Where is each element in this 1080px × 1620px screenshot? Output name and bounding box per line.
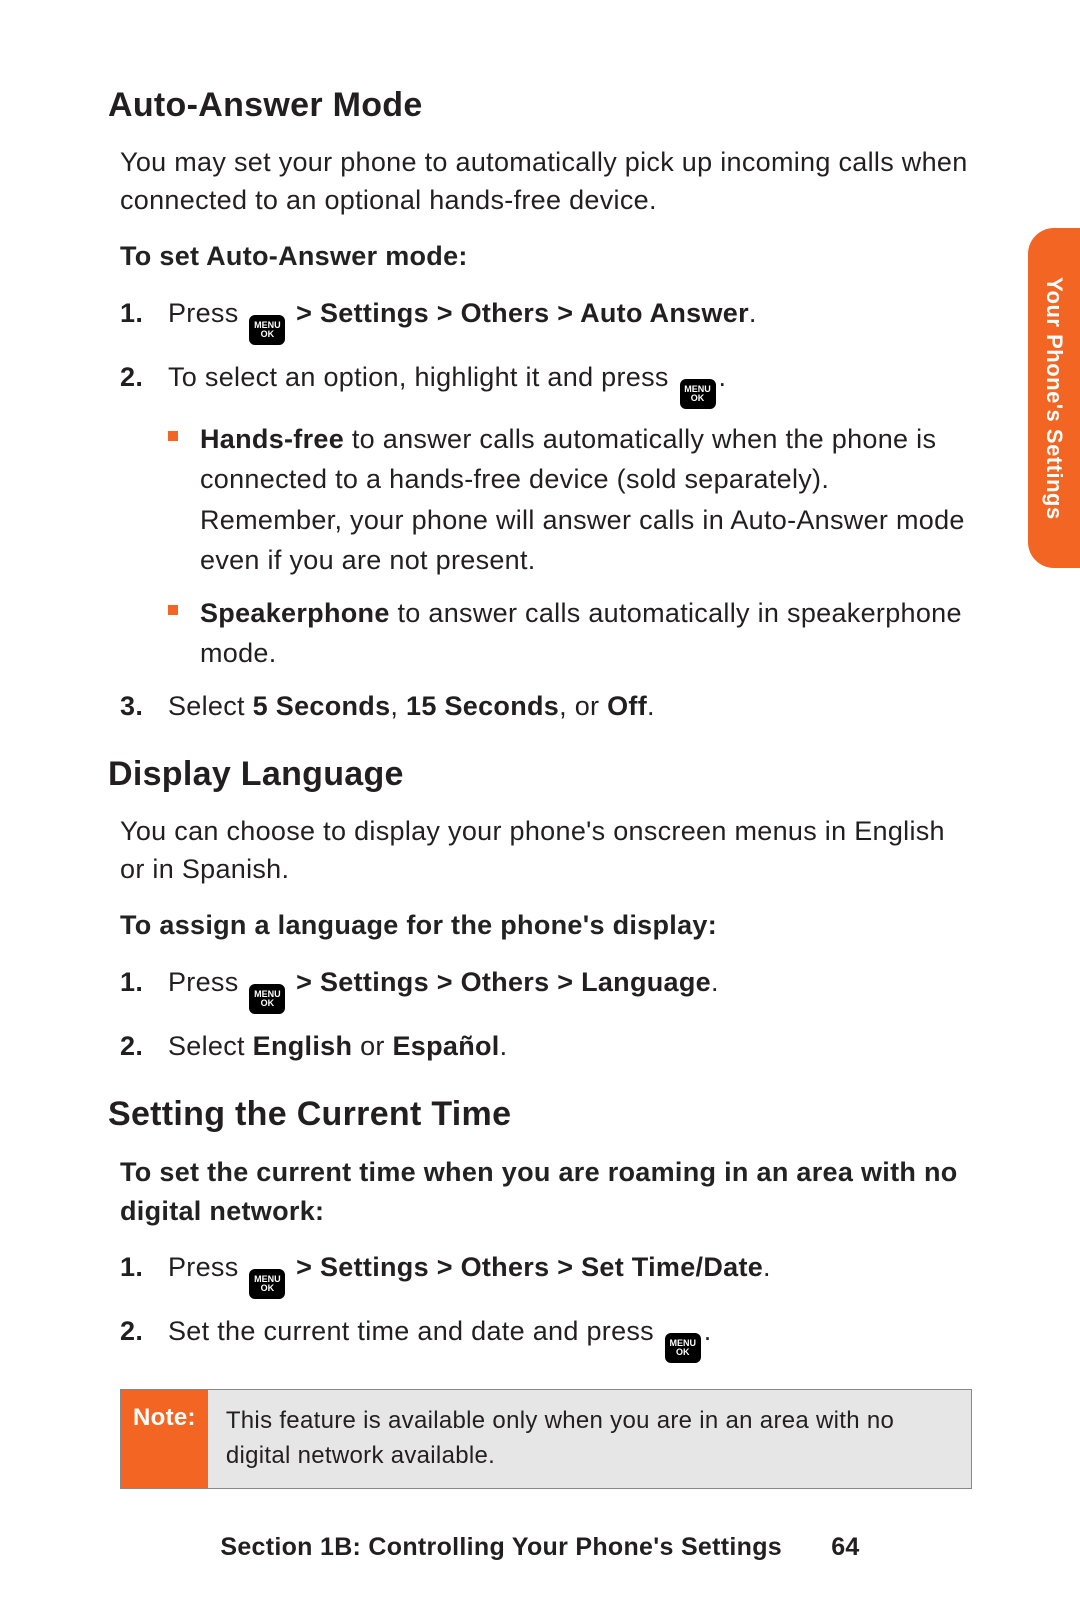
option-hands-free: Hands-free to answer calls automatically… — [168, 419, 972, 581]
option: 15 Seconds — [406, 691, 559, 721]
text: To select an option, highlight it and pr… — [168, 362, 677, 392]
steps-set-time: 1. Press MENUOK > Settings > Others > Se… — [120, 1247, 972, 1363]
text: . — [647, 691, 655, 721]
subhead-set-time: To set the current time when you are roa… — [120, 1153, 972, 1231]
text: . — [719, 362, 727, 392]
menu-ok-key-icon: MENUOK — [249, 1269, 285, 1299]
manual-page: Your Phone's Settings Auto-Answer Mode Y… — [0, 0, 1080, 1620]
intro-auto-answer: You may set your phone to automatically … — [120, 144, 972, 220]
steps-display-language: 1. Press MENUOK > Settings > Others > La… — [120, 962, 972, 1067]
text: . — [500, 1031, 508, 1061]
step-3: 3. Select 5 Seconds, 15 Seconds, or Off. — [120, 686, 972, 727]
option: Español — [392, 1031, 499, 1061]
options-list: Hands-free to answer calls automatically… — [168, 419, 972, 674]
side-tab-label: Your Phone's Settings — [1041, 277, 1067, 520]
menu-ok-key-icon: MENUOK — [680, 379, 716, 409]
page-number: 64 — [831, 1533, 859, 1561]
steps-auto-answer: 1. Press MENUOK > Settings > Others > Au… — [120, 293, 972, 727]
bullet-icon — [168, 431, 178, 441]
text: or — [352, 1031, 392, 1061]
subhead-display-language: To assign a language for the phone's dis… — [120, 906, 972, 945]
note-box: Note: This feature is available only whe… — [120, 1389, 972, 1489]
footer-section: Section 1B: Controlling Your Phone's Set… — [220, 1533, 782, 1561]
text: Set the current time and date and press — [168, 1316, 662, 1346]
option: 5 Seconds — [253, 691, 391, 721]
subhead-auto-answer: To set Auto-Answer mode: — [120, 237, 972, 276]
text: Select — [168, 691, 253, 721]
step-2: 2. To select an option, highlight it and… — [120, 357, 972, 674]
heading-auto-answer: Auto-Answer Mode — [108, 85, 972, 126]
text: Press — [168, 1252, 246, 1282]
side-tab: Your Phone's Settings — [1028, 228, 1080, 568]
step-1: 1. Press MENUOK > Settings > Others > Au… — [120, 293, 972, 345]
note-label: Note: — [121, 1390, 208, 1488]
menu-ok-key-icon: MENUOK — [249, 984, 285, 1014]
option-speakerphone: Speakerphone to answer calls automatical… — [168, 593, 972, 674]
nav-path: > Settings > Others > Set Time/Date — [288, 1252, 763, 1282]
text: Select — [168, 1031, 253, 1061]
option: Off — [607, 691, 647, 721]
step-2: 2. Set the current time and date and pre… — [120, 1311, 972, 1363]
text: . — [704, 1316, 712, 1346]
menu-ok-key-icon: MENUOK — [249, 315, 285, 345]
heading-display-language: Display Language — [108, 754, 972, 795]
text: Press — [168, 298, 246, 328]
text: , or — [559, 691, 607, 721]
text: . — [749, 298, 757, 328]
page-footer: Section 1B: Controlling Your Phone's Set… — [0, 1533, 1080, 1562]
menu-ok-key-icon: MENUOK — [665, 1333, 701, 1363]
bullet-icon — [168, 605, 178, 615]
text: . — [711, 967, 719, 997]
option: English — [253, 1031, 353, 1061]
text: . — [763, 1252, 771, 1282]
step-1: 1. Press MENUOK > Settings > Others > Se… — [120, 1247, 972, 1299]
option-name: Hands-free — [200, 424, 344, 454]
text: Press — [168, 967, 246, 997]
step-2: 2. Select English or Español. — [120, 1026, 972, 1067]
note-body: This feature is available only when you … — [208, 1390, 971, 1488]
step-1: 1. Press MENUOK > Settings > Others > La… — [120, 962, 972, 1014]
nav-path: > Settings > Others > Language — [288, 967, 711, 997]
nav-path: > Settings > Others > Auto Answer — [288, 298, 749, 328]
option-name: Speakerphone — [200, 598, 390, 628]
intro-display-language: You can choose to display your phone's o… — [120, 813, 972, 889]
heading-set-time: Setting the Current Time — [108, 1094, 972, 1135]
text: , — [390, 691, 406, 721]
